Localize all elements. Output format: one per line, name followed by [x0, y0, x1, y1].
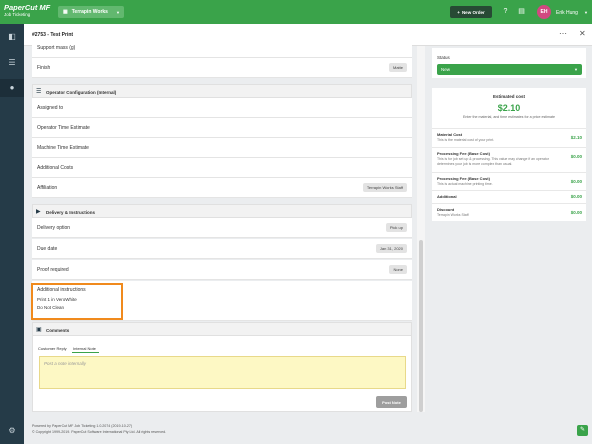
- chevron-down-icon: ▼: [574, 67, 578, 72]
- new-order-button[interactable]: + New Order: [450, 6, 492, 18]
- cost-item-desc: This is actual machine printing time.: [437, 182, 493, 186]
- settings-icon[interactable]: ⚙: [6, 426, 18, 436]
- truck-icon: ▶: [36, 209, 41, 215]
- field-label: Due date: [37, 246, 58, 252]
- status-select[interactable]: New ▼: [437, 64, 582, 75]
- field-row[interactable]: Assigned to: [32, 98, 412, 118]
- field-label: Affiliation: [37, 185, 58, 191]
- section-header: ▣ Comments: [32, 322, 412, 336]
- field-value: Pick up: [385, 223, 407, 232]
- field-row[interactable]: Additional Costs: [32, 158, 412, 178]
- footer-copyright: © Copyright 1999-2019. PaperCut Software…: [32, 429, 167, 434]
- cost-amount: $2.10: [497, 103, 521, 113]
- field-value: Matte: [388, 63, 407, 72]
- cost-item: Processing Fee (Base Cost) This is actua…: [432, 172, 586, 190]
- note-input[interactable]: Post a note internally: [39, 356, 406, 389]
- cost-item-name: Discount: [437, 207, 455, 212]
- highlight-box: [31, 283, 123, 320]
- cost-item-name: Processing Fee (Base Cost): [437, 176, 490, 181]
- cost-title: Estimated cost: [492, 94, 525, 99]
- top-bar: PaperCut MF Job Ticketing ▦ Terrapin Wor…: [0, 0, 592, 24]
- field-row[interactable]: Machine Time Estimate: [32, 138, 412, 158]
- cost-item-name: Material Cost: [437, 132, 463, 137]
- status-label: Status: [437, 55, 450, 60]
- active-tab-indicator: [72, 352, 99, 353]
- field-value: Jan 31, 2020: [375, 244, 407, 253]
- help-icon[interactable]: ?: [501, 7, 510, 16]
- plus-icon: +: [457, 9, 460, 15]
- cost-item-name: Processing Fee (Base Cost): [437, 151, 490, 156]
- chevron-down-icon[interactable]: ▼: [584, 10, 588, 15]
- field-row[interactable]: Delivery option Pick up: [32, 218, 412, 238]
- tab-internal-note[interactable]: Internal Note: [73, 346, 96, 351]
- cost-item-value: $0.00: [570, 179, 582, 184]
- logo-subtitle: Job Ticketing: [4, 11, 31, 17]
- cost-item: Processing Fee (Base Cost) This is for j…: [432, 147, 586, 172]
- avatar[interactable]: EH: [537, 5, 551, 19]
- cost-item-value: $0.00: [570, 194, 582, 199]
- field-value: Terrapin Works Staff: [362, 183, 407, 192]
- bell-icon[interactable]: ●: [6, 83, 18, 93]
- field-label: Operator Time Estimate: [37, 125, 90, 131]
- workspace-icon: ▦: [63, 9, 68, 15]
- cost-item: Material Cost This is the material cost …: [432, 128, 586, 147]
- app-logo[interactable]: PaperCut MF Job Ticketing: [4, 4, 50, 17]
- field-label: Machine Time Estimate: [37, 145, 89, 151]
- chevron-down-icon: ▼: [116, 9, 120, 15]
- comment-icon: ▣: [36, 327, 42, 333]
- cost-item: Additional $0.00: [432, 190, 586, 203]
- user-name[interactable]: Erik Hung: [556, 10, 578, 16]
- field-row[interactable]: Operator Time Estimate: [32, 118, 412, 138]
- section-title: Operator Configuration (Internal): [46, 89, 117, 95]
- chat-icon[interactable]: ✎: [577, 425, 588, 436]
- field-label: Assigned to: [37, 105, 64, 111]
- estimated-cost-card: Estimated cost $2.10 Enter the material,…: [432, 88, 586, 221]
- field-label: Finish: [37, 65, 51, 71]
- list-icon: ☰: [36, 89, 42, 95]
- field-row[interactable]: Finish Matte: [32, 58, 412, 78]
- cost-item: Discount Terrapin Works Staff $0.00: [432, 203, 586, 221]
- cost-item-desc: This is for job set up & processing. Thi…: [437, 157, 549, 166]
- cost-hint: Enter the material, and time estimates f…: [462, 115, 556, 119]
- comments-card: Customer Reply Internal Note Post a note…: [32, 335, 412, 412]
- workspace-selector[interactable]: ▦ Terrapin Works ▼: [58, 6, 124, 18]
- footer: Powered by PaperCut MF Job Ticketing 1.0…: [32, 424, 166, 436]
- field-label: Additional Costs: [37, 165, 74, 171]
- more-icon[interactable]: ⋯: [559, 29, 567, 38]
- field-row[interactable]: Proof required None: [32, 260, 412, 280]
- cost-item-desc: Terrapin Works Staff: [437, 213, 469, 217]
- printer-icon[interactable]: ◧: [6, 32, 18, 42]
- field-label: Support mass (g): [37, 45, 76, 51]
- field-value: None: [389, 265, 407, 274]
- logo-title: PaperCut MF: [4, 3, 51, 12]
- cost-item-name: Additional: [437, 194, 457, 199]
- section-header: ▶ Delivery & Instructions: [32, 204, 412, 218]
- field-label: Proof required: [37, 267, 69, 273]
- post-note-button[interactable]: Post Note: [376, 396, 407, 408]
- sidebar: ◧ ☰ ● ⚙: [0, 24, 24, 444]
- cost-item-value: $0.00: [570, 210, 582, 215]
- cost-item-value: $2.10: [570, 135, 582, 140]
- new-order-label: New Order: [461, 9, 485, 15]
- field-row[interactable]: Affiliation Terrapin Works Staff: [32, 178, 412, 198]
- workspace-label: Terrapin Works: [71, 9, 108, 15]
- field-row[interactable]: Due date Jan 31, 2020: [32, 239, 412, 259]
- scrollbar-thumb[interactable]: [419, 240, 423, 412]
- status-card: Status New ▼: [432, 48, 586, 78]
- status-value: New: [441, 67, 451, 72]
- section-title: Comments: [46, 327, 70, 333]
- section-title: Delivery & Instructions: [46, 209, 96, 215]
- cost-item-value: $0.00: [570, 154, 582, 159]
- list-icon[interactable]: ☰: [6, 58, 18, 68]
- section-header: ☰ Operator Configuration (Internal): [32, 84, 412, 98]
- tab-customer-reply[interactable]: Customer Reply: [38, 346, 67, 351]
- field-label: Delivery option: [37, 225, 71, 231]
- field-row[interactable]: Support mass (g): [32, 38, 412, 58]
- cost-item-desc: This is the material cost of your print.: [437, 138, 495, 142]
- chat-icon[interactable]: ▤: [517, 7, 526, 16]
- close-icon[interactable]: ✕: [579, 29, 586, 38]
